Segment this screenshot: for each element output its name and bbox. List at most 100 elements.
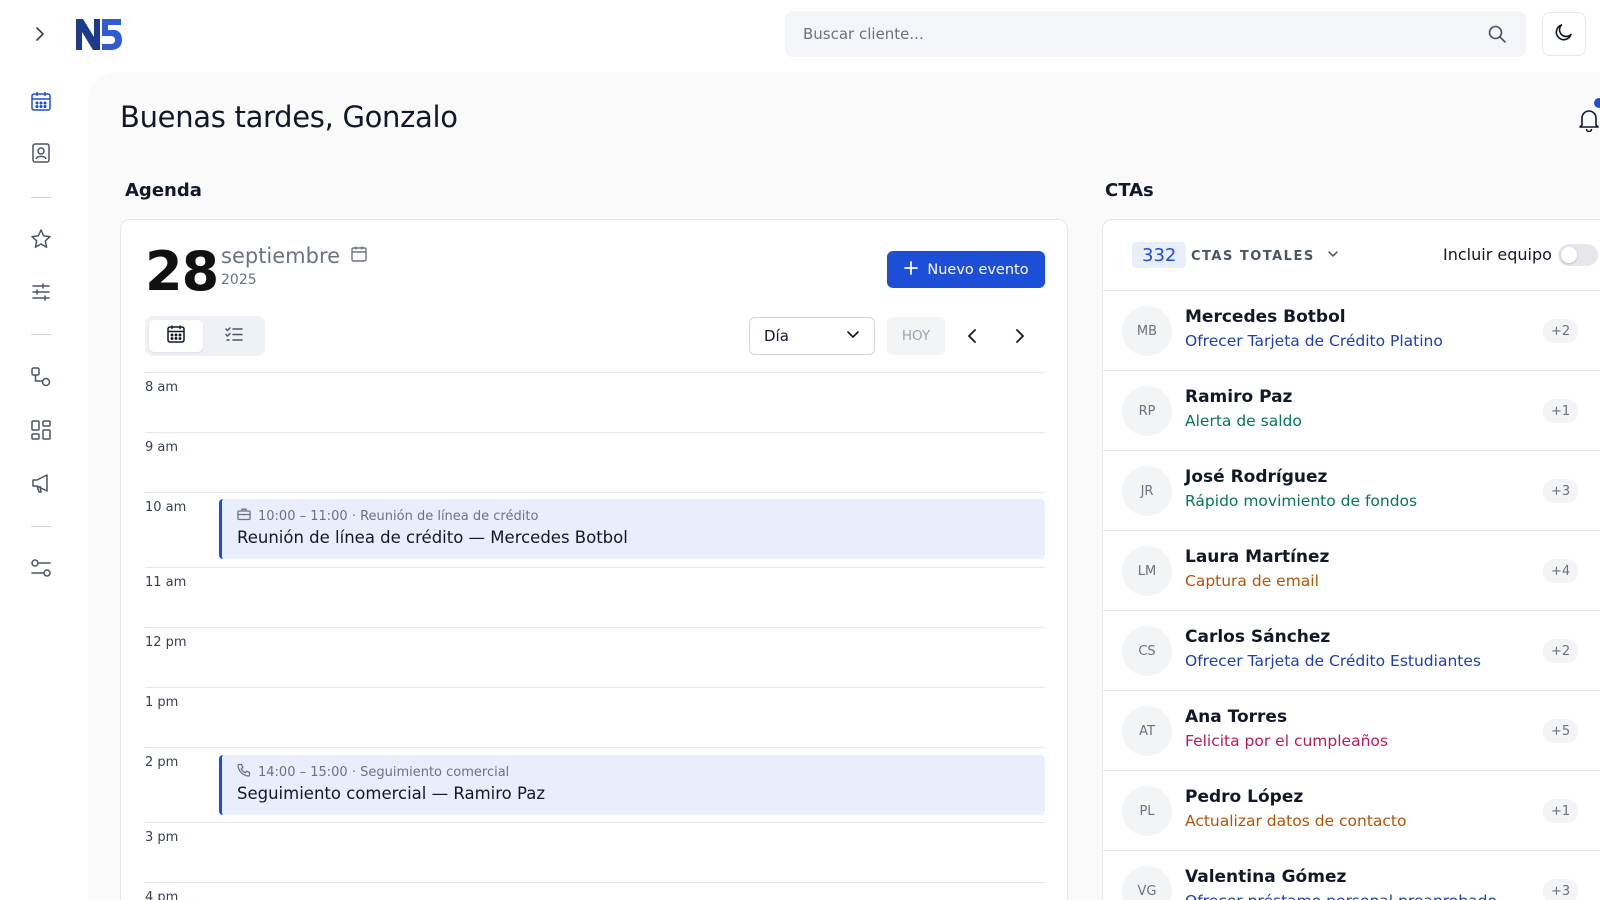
cta-client-name: José Rodríguez bbox=[1185, 467, 1328, 487]
cta-list-item[interactable]: JR José Rodríguez Rápido movimiento de f… bbox=[1103, 451, 1600, 531]
cta-list-item[interactable]: LM Laura Martínez Captura de email +4 bbox=[1103, 531, 1600, 611]
cta-action: Actualizar datos de contacto bbox=[1185, 812, 1407, 830]
chevron-down-icon bbox=[846, 327, 860, 345]
ctas-section-title: CTAs bbox=[1105, 180, 1154, 201]
hour-label: 4 pm bbox=[145, 890, 179, 900]
hour-label: 3 pm bbox=[145, 830, 179, 845]
agenda-section-title: Agenda bbox=[125, 180, 202, 201]
n5-logo[interactable] bbox=[74, 16, 124, 52]
ctas-count-label: CTAS TOTALES bbox=[1191, 248, 1315, 264]
avatar: PL bbox=[1122, 786, 1172, 836]
settings-sliders-icon[interactable] bbox=[28, 555, 54, 581]
cta-list-item[interactable]: MB Mercedes Botbol Ofrecer Tarjeta de Cr… bbox=[1103, 291, 1600, 371]
sliders-icon[interactable] bbox=[28, 279, 54, 305]
sidebar bbox=[0, 0, 122, 900]
new-event-button[interactable]: Nuevo evento bbox=[887, 251, 1045, 288]
dashboard-icon[interactable] bbox=[28, 417, 54, 443]
hour-label: 11 am bbox=[145, 575, 187, 590]
cta-count-badge: +4 bbox=[1543, 559, 1579, 583]
search-bar bbox=[785, 11, 1526, 57]
agenda-month-label: septiembre bbox=[221, 244, 341, 268]
hour-divider bbox=[145, 567, 1045, 568]
hour-divider bbox=[145, 492, 1045, 493]
megaphone-icon[interactable] bbox=[28, 470, 54, 496]
app-root: Buenas tardes, Gonzalo Agenda 28 septiem… bbox=[0, 0, 1600, 900]
sidebar-divider bbox=[31, 197, 51, 198]
ctas-count-badge: 332 bbox=[1132, 242, 1187, 268]
avatar: RP bbox=[1122, 386, 1172, 436]
workflow-icon[interactable] bbox=[28, 364, 54, 390]
hour-divider bbox=[145, 882, 1045, 883]
view-mode-select[interactable]: Día bbox=[749, 317, 875, 355]
hour-divider bbox=[145, 687, 1045, 688]
agenda-month: septiembre bbox=[221, 244, 368, 268]
cta-client-name: Pedro López bbox=[1185, 787, 1304, 807]
checklist-icon bbox=[224, 324, 244, 348]
hour-divider bbox=[145, 747, 1045, 748]
cta-client-name: Laura Martínez bbox=[1185, 547, 1330, 567]
cta-list-item[interactable]: PL Pedro López Actualizar datos de conta… bbox=[1103, 771, 1600, 851]
event-meta: 10:00 – 11:00 · Reunión de línea de créd… bbox=[237, 507, 1030, 525]
expand-sidebar-chevron-icon[interactable] bbox=[30, 24, 50, 44]
notification-bell-icon[interactable] bbox=[1578, 108, 1600, 133]
cta-count-badge: +3 bbox=[1543, 879, 1579, 900]
cta-list-item[interactable]: AT Ana Torres Felicita por el cumpleaños… bbox=[1103, 691, 1600, 771]
view-mode-value: Día bbox=[764, 327, 789, 345]
new-event-label: Nuevo evento bbox=[927, 261, 1029, 278]
search-icon[interactable] bbox=[1486, 23, 1508, 45]
ctas-filter-dropdown[interactable]: CTAS TOTALES bbox=[1191, 248, 1339, 264]
hour-label: 9 am bbox=[145, 440, 179, 455]
cta-client-name: Mercedes Botbol bbox=[1185, 307, 1346, 327]
cta-action: Ofrecer préstamo personal preaprobado bbox=[1185, 892, 1497, 900]
avatar: AT bbox=[1122, 706, 1172, 756]
ctas-card: 332 CTAS TOTALES Incluir equipo MB Merce… bbox=[1102, 219, 1600, 900]
avatar: JR bbox=[1122, 466, 1172, 516]
cta-action: Felicita por el cumpleaños bbox=[1185, 732, 1388, 750]
agenda-day-number: 28 bbox=[145, 240, 219, 303]
agenda-year: 2025 bbox=[221, 272, 257, 288]
hour-label: 8 am bbox=[145, 380, 179, 395]
calendar-icon[interactable] bbox=[28, 88, 54, 114]
moon-icon bbox=[1554, 22, 1574, 46]
calendar-event[interactable]: 14:00 – 15:00 · Seguimiento comercial Se… bbox=[219, 755, 1045, 815]
hour-label: 10 am bbox=[145, 500, 187, 515]
cta-list-item[interactable]: VG Valentina Gómez Ofrecer préstamo pers… bbox=[1103, 851, 1600, 900]
today-button[interactable]: HOY bbox=[887, 317, 945, 355]
previous-day-chevron-icon[interactable] bbox=[961, 325, 983, 347]
contact-icon[interactable] bbox=[28, 140, 54, 166]
hour-label: 1 pm bbox=[145, 695, 179, 710]
calendar-event[interactable]: 10:00 – 11:00 · Reunión de línea de créd… bbox=[219, 499, 1045, 559]
briefcase-icon bbox=[237, 507, 251, 525]
ctas-header: 332 CTAS TOTALES Incluir equipo bbox=[1103, 220, 1600, 291]
cta-count-badge: +5 bbox=[1543, 719, 1579, 743]
cta-action: Rápido movimiento de fondos bbox=[1185, 492, 1418, 510]
cta-count-badge: +3 bbox=[1543, 479, 1579, 503]
avatar: MB bbox=[1122, 306, 1172, 356]
star-icon[interactable] bbox=[28, 226, 54, 252]
cta-action: Ofrecer Tarjeta de Crédito Estudiantes bbox=[1185, 652, 1481, 670]
hour-divider bbox=[145, 432, 1045, 433]
event-title: Seguimiento comercial — Ramiro Paz bbox=[237, 784, 545, 803]
cta-list-item[interactable]: RP Ramiro Paz Alerta de saldo +1 bbox=[1103, 371, 1600, 451]
list-view-button[interactable] bbox=[207, 320, 261, 352]
search-input[interactable] bbox=[803, 25, 1486, 43]
next-day-chevron-icon[interactable] bbox=[1009, 325, 1031, 347]
theme-toggle-button[interactable] bbox=[1542, 12, 1586, 56]
cta-list-item[interactable]: CS Carlos Sánchez Ofrecer Tarjeta de Cré… bbox=[1103, 611, 1600, 691]
greeting-title: Buenas tardes, Gonzalo bbox=[120, 100, 458, 134]
notification-badge bbox=[1594, 98, 1600, 108]
cta-action: Captura de email bbox=[1185, 572, 1319, 590]
include-team-toggle[interactable] bbox=[1558, 244, 1598, 266]
event-time: 10:00 – 11:00 · Reunión de línea de créd… bbox=[258, 508, 539, 524]
calendar-picker-icon[interactable] bbox=[350, 244, 368, 268]
avatar: VG bbox=[1122, 866, 1172, 900]
cta-count-badge: +2 bbox=[1543, 319, 1579, 343]
calendar-view-icon bbox=[166, 324, 186, 348]
include-team-label: Incluir equipo bbox=[1443, 245, 1552, 264]
hour-divider bbox=[145, 822, 1045, 823]
cta-client-name: Carlos Sánchez bbox=[1185, 627, 1331, 647]
agenda-card: 28 septiembre 2025 Nuevo evento Día HOY … bbox=[120, 219, 1068, 900]
avatar: LM bbox=[1122, 546, 1172, 596]
calendar-view-button[interactable] bbox=[149, 320, 203, 352]
hour-divider bbox=[145, 372, 1045, 373]
